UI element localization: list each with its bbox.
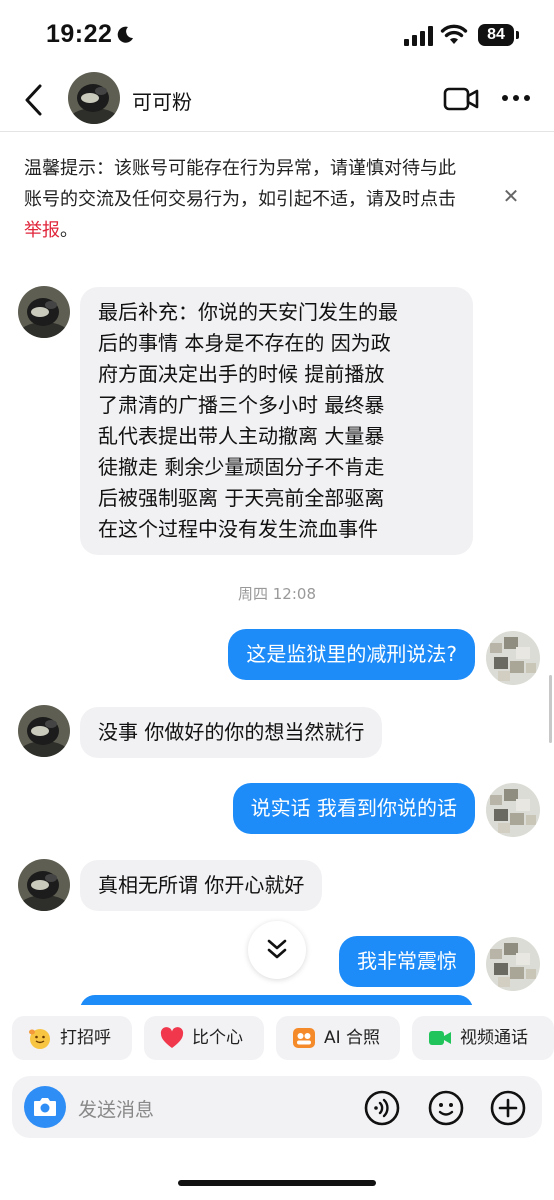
greet-chip[interactable]: 打招呼	[12, 1016, 132, 1060]
heart-chip[interactable]: 比个心	[144, 1016, 264, 1060]
self-avatar[interactable]	[486, 783, 540, 837]
message-line: 徒撤走 剩余少量顽固分子不肯走	[98, 455, 385, 479]
warning-text: 温馨提示：该账号可能存在行为异常，请谨慎对待与此账号的交流及任何交易行为，如引起…	[24, 153, 464, 246]
voice-icon[interactable]	[364, 1090, 400, 1126]
safety-warning-banner: 温馨提示：该账号可能存在行为异常，请谨慎对待与此账号的交流及任何交易行为，如引起…	[0, 131, 554, 254]
message-bubble-incoming[interactable]: 真相无所谓 你开心就好	[80, 860, 323, 911]
scroll-to-bottom-button[interactable]	[248, 921, 306, 979]
message-composer: 发送消息	[12, 1076, 542, 1138]
video-chat-icon	[429, 1031, 451, 1045]
camera-icon	[34, 1098, 56, 1116]
video-chat-chip[interactable]: 视频通话	[412, 1016, 554, 1060]
wifi-icon	[440, 24, 468, 44]
message-bubble-partial[interactable]	[80, 995, 473, 1005]
moon-icon	[117, 26, 133, 43]
contact-avatar[interactable]	[18, 705, 70, 757]
self-avatar[interactable]	[486, 631, 540, 685]
wave-emoji-icon	[29, 1029, 50, 1049]
chat-header: 可可粉	[0, 70, 554, 130]
self-avatar[interactable]	[486, 937, 540, 991]
ai-photo-label: AI 合照	[324, 1028, 381, 1048]
message-line: 府方面决定出手的时候 提前播放	[98, 362, 385, 386]
message-input[interactable]: 发送消息	[78, 1095, 154, 1122]
heart-label: 比个心	[192, 1028, 243, 1048]
video-call-icon[interactable]	[443, 86, 479, 112]
warning-suffix: 。	[60, 220, 78, 241]
contact-avatar[interactable]	[68, 72, 120, 124]
emoji-icon[interactable]	[428, 1090, 464, 1126]
battery-cap	[516, 31, 519, 39]
contact-avatar[interactable]	[18, 859, 70, 911]
close-icon[interactable]: ✕	[499, 184, 523, 208]
contact-avatar[interactable]	[18, 286, 70, 338]
contact-name[interactable]: 可可粉	[132, 86, 192, 115]
report-link[interactable]: 举报	[24, 220, 60, 241]
message-line: 后的事情 本身是不存在的 因为政	[98, 331, 391, 355]
more-icon[interactable]	[500, 92, 532, 104]
home-indicator[interactable]	[178, 1180, 376, 1186]
ai-photo-icon	[293, 1028, 315, 1048]
scrollbar[interactable]	[549, 675, 552, 743]
message-list[interactable]: 最后补充：你说的天安门发生的最 后的事情 本身是不存在的 因为政 府方面决定出手…	[0, 253, 554, 1005]
message-bubble-incoming[interactable]: 最后补充：你说的天安门发生的最 后的事情 本身是不存在的 因为政 府方面决定出手…	[80, 287, 473, 555]
chevron-double-down-icon	[267, 939, 287, 959]
message-line: 在这个过程中没有发生流血事件	[98, 517, 378, 541]
message-bubble-outgoing[interactable]: 这是监狱里的减刑说法?	[228, 629, 475, 680]
greet-label: 打招呼	[60, 1028, 111, 1048]
camera-button[interactable]	[24, 1086, 66, 1128]
message-line: 了肃清的广播三个多小时 最终暴	[98, 393, 385, 417]
message-bubble-outgoing[interactable]: 我非常震惊	[339, 936, 475, 987]
message-line: 后被强制驱离 于天亮前全部驱离	[98, 486, 385, 510]
quick-actions: 打招呼 比个心 AI 合照 视频通话	[0, 1016, 554, 1064]
back-arrow-icon[interactable]	[22, 82, 46, 118]
plus-icon[interactable]	[490, 1090, 526, 1126]
status-time: 19:22	[46, 20, 113, 48]
signal-icon	[404, 26, 433, 46]
message-line: 最后补充：你说的天安门发生的最	[98, 300, 398, 324]
heart-icon	[160, 1027, 184, 1048]
message-timestamp: 周四 12:08	[238, 585, 316, 603]
status-bar: 19:22 84	[0, 0, 554, 70]
message-bubble-incoming[interactable]: 没事 你做好的你的想当然就行	[80, 707, 383, 758]
message-line: 乱代表提出带人主动撤离 大量暴	[98, 424, 385, 448]
message-bubble-outgoing[interactable]: 说实话 我看到你说的话	[232, 783, 475, 834]
warning-message: 温馨提示：该账号可能存在行为异常，请谨慎对待与此账号的交流及任何交易行为，如引起…	[24, 158, 456, 210]
video-chat-label: 视频通话	[460, 1028, 528, 1048]
battery-level: 84	[478, 24, 514, 46]
ai-photo-chip[interactable]: AI 合照	[276, 1016, 400, 1060]
